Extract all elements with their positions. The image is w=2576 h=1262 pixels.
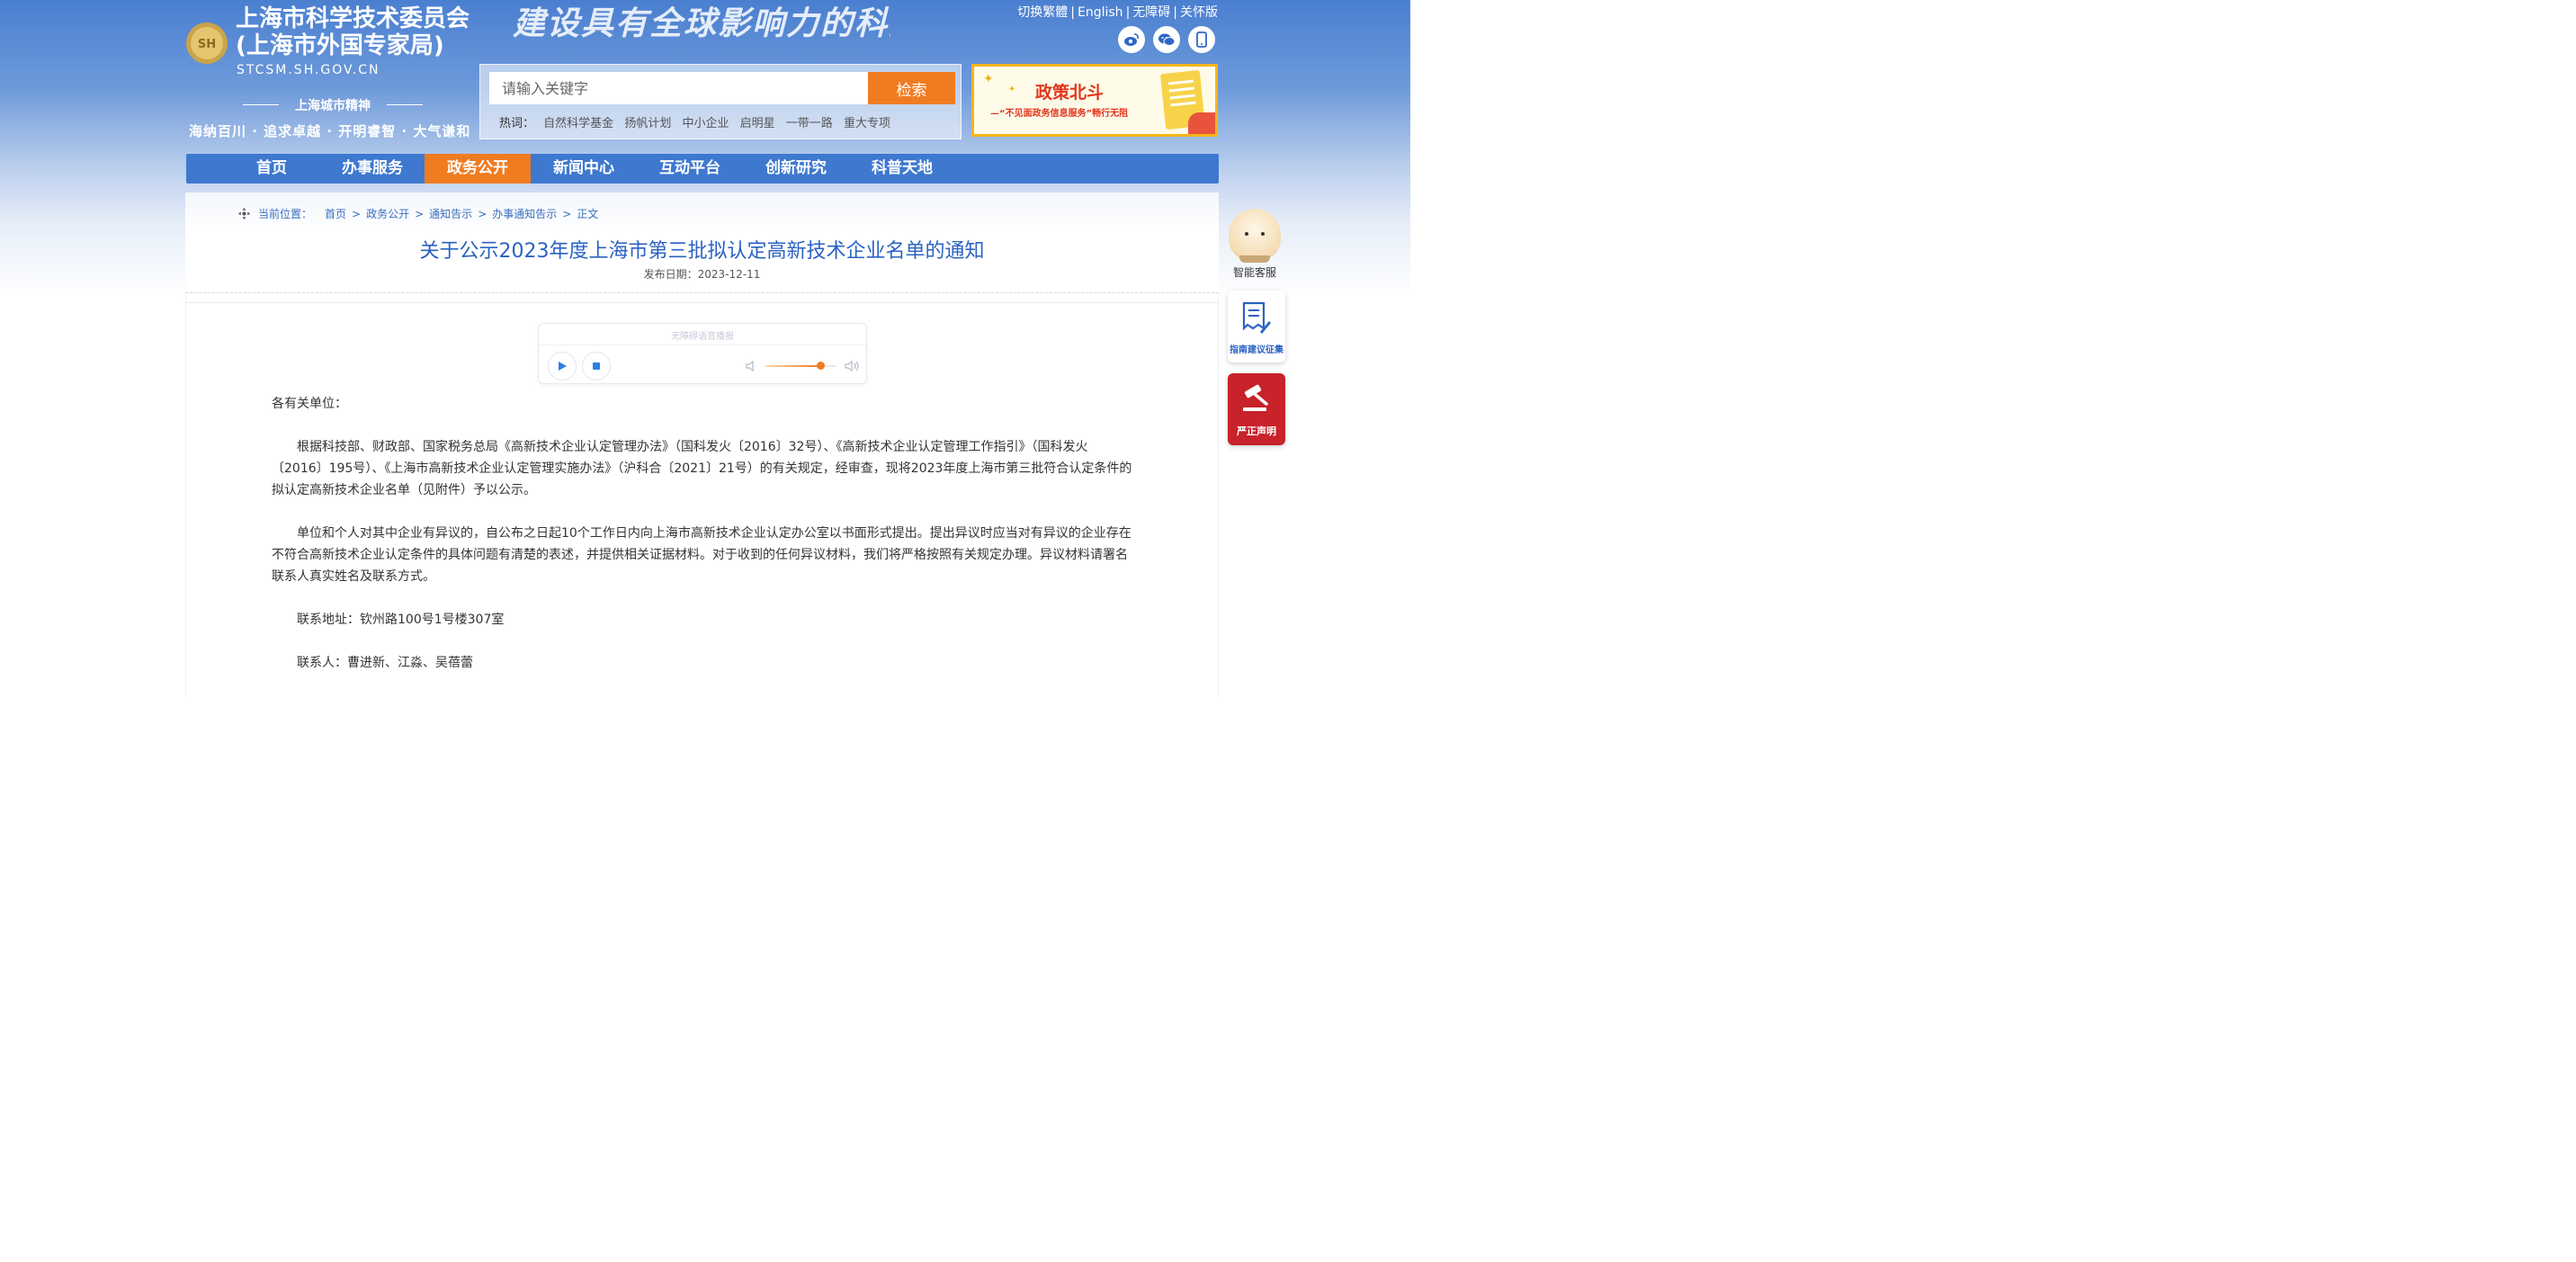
search-button[interactable]: 检索 xyxy=(868,72,955,104)
play-icon xyxy=(559,362,567,371)
breadcrumb-gov-info[interactable]: 政务公开 xyxy=(366,206,409,221)
top-links: 切换繁體 | English | 无障碍 | 关怀版 xyxy=(1017,5,1218,20)
star-icon: ✦ xyxy=(983,72,994,86)
location-icon xyxy=(237,207,251,220)
breadcrumb-current: 正文 xyxy=(577,208,599,220)
link-traditional[interactable]: 切换繁體 xyxy=(1017,5,1068,20)
star-icon: ✦ xyxy=(1008,85,1016,94)
gavel-icon xyxy=(1243,384,1268,411)
wechat-icon[interactable] xyxy=(1153,26,1180,53)
volume-low-icon[interactable] xyxy=(746,360,758,372)
audio-player: 无障碍语音播报 xyxy=(538,323,867,384)
hot-word[interactable]: 扬帆计划 xyxy=(624,117,671,130)
breadcrumb-service-notices[interactable]: 办事通知告示 xyxy=(492,206,557,221)
article-title: 关于公示2023年度上海市第三批拟认定高新技术企业名单的通知 xyxy=(419,240,985,263)
hot-word[interactable]: 中小企业 xyxy=(682,117,729,130)
article-paragraph: 单位和个人对其中企业有异议的，自公布之日起10个工作日内向上海市高新技术企业认定… xyxy=(272,526,1131,584)
search-panel: 检索 热词： 自然科学基金 扬帆计划 中小企业 启明星 一带一路 重大专项 xyxy=(479,64,962,139)
content-divider xyxy=(185,302,1219,303)
site-logo: SH xyxy=(186,22,228,64)
statement-button[interactable]: 严正声明 xyxy=(1228,373,1285,445)
site-domain: STCSM.SH.GOV.CN xyxy=(237,63,380,77)
volume-fill xyxy=(765,365,820,367)
site-title-line2: (上海市外国专家局) xyxy=(236,32,444,59)
link-accessibility[interactable]: 无障碍 xyxy=(1132,5,1170,20)
date-value: 2023-12-11 xyxy=(697,268,761,281)
main-nav: 首页 办事服务 政务公开 新闻中心 互动平台 创新研究 科普天地 xyxy=(186,154,1219,183)
link-care-mode[interactable]: 关怀版 xyxy=(1180,5,1218,20)
article-greeting: 各有关单位： xyxy=(272,397,347,411)
site-title-line1: 上海市科学技术委员会 xyxy=(236,5,470,32)
logo-text: SH xyxy=(198,38,216,51)
contact-persons: 联系人：曹进新、江淼、吴蓓蕾 xyxy=(297,656,473,670)
audio-player-title: 无障碍语音播报 xyxy=(671,332,734,342)
bun-mascot-icon xyxy=(1229,209,1281,263)
policy-banner[interactable]: ✦ ✦ 政策北斗 —“不见面政务信息服务”畅行无阻 xyxy=(971,64,1218,137)
hot-words: 热词： 自然科学基金 扬帆计划 中小企业 启明星 一带一路 重大专项 xyxy=(499,113,898,130)
document-edit-icon xyxy=(1242,301,1271,334)
nav-item-home[interactable]: 首页 xyxy=(219,154,325,183)
policy-title: 政策北斗 xyxy=(1035,83,1105,103)
breadcrumb-label: 当前位置： xyxy=(258,208,313,220)
hand-icon xyxy=(1188,112,1215,134)
nav-item-research[interactable]: 创新研究 xyxy=(743,154,849,183)
guide-suggestion-button[interactable]: 指南建议征集 xyxy=(1228,291,1285,362)
contact-address: 联系地址：钦州路100号1号楼307室 xyxy=(297,613,505,627)
hot-word[interactable]: 重大专项 xyxy=(844,117,890,130)
weibo-icon[interactable] xyxy=(1118,26,1145,53)
guide-suggestion-label: 指南建议征集 xyxy=(1230,345,1284,355)
smart-service-bot[interactable]: 智能客服 xyxy=(1225,209,1284,280)
mobile-icon[interactable] xyxy=(1188,26,1215,53)
hot-word[interactable]: 一带一路 xyxy=(786,117,833,130)
link-english[interactable]: English xyxy=(1078,5,1123,20)
smart-service-label: 智能客服 xyxy=(1232,266,1276,279)
statement-label: 严正声明 xyxy=(1237,425,1276,437)
nav-item-services[interactable]: 办事服务 xyxy=(319,154,425,183)
volume-high-icon[interactable] xyxy=(845,360,861,372)
site-title: 上海市科学技术委员会 (上海市外国专家局) xyxy=(236,5,470,59)
play-button[interactable] xyxy=(548,352,577,380)
breadcrumb-notices[interactable]: 通知告示 xyxy=(429,206,472,221)
hot-words-label: 热词： xyxy=(499,117,535,130)
nav-item-news[interactable]: 新闻中心 xyxy=(531,154,637,183)
nav-item-interaction[interactable]: 互动平台 xyxy=(637,154,743,183)
hot-word[interactable]: 自然科学基金 xyxy=(543,117,613,130)
hot-word[interactable]: 启明星 xyxy=(740,117,775,130)
banner-slogan: 建设具有全球影响力的科技 xyxy=(513,4,890,42)
policy-banner-inner: ✦ ✦ 政策北斗 —“不见面政务信息服务”畅行无阻 xyxy=(974,67,1215,134)
article-date: 发布日期：2023-12-11 xyxy=(185,266,1219,282)
stop-button[interactable] xyxy=(582,352,611,380)
article-body: 各有关单位： 根据科技部、财政部、国家税务总局《高新技术企业认定管理办法》（国科… xyxy=(272,393,1133,695)
spirit-text: 海纳百川 · 追求卓越 · 开明睿智 · 大气谦和 xyxy=(189,123,471,139)
search-input[interactable] xyxy=(489,72,869,104)
volume-knob[interactable] xyxy=(816,362,825,370)
breadcrumb: 当前位置： 首页 > 政务公开 > 通知告示 > 办事通知告示 > 正文 xyxy=(237,206,598,221)
nav-item-science[interactable]: 科普天地 xyxy=(849,154,955,183)
spirit-title: 上海城市精神 xyxy=(243,96,423,114)
volume-slider[interactable] xyxy=(765,362,836,370)
nav-item-gov-info[interactable]: 政务公开 xyxy=(425,154,531,183)
stop-icon xyxy=(593,362,600,370)
date-label: 发布日期： xyxy=(643,268,698,281)
policy-subtitle: —“不见面政务信息服务”畅行无阻 xyxy=(990,109,1129,119)
breadcrumb-home[interactable]: 首页 xyxy=(325,206,346,221)
article-paragraph: 根据科技部、财政部、国家税务总局《高新技术企业认定管理办法》（国科发火〔2016… xyxy=(272,440,1132,497)
